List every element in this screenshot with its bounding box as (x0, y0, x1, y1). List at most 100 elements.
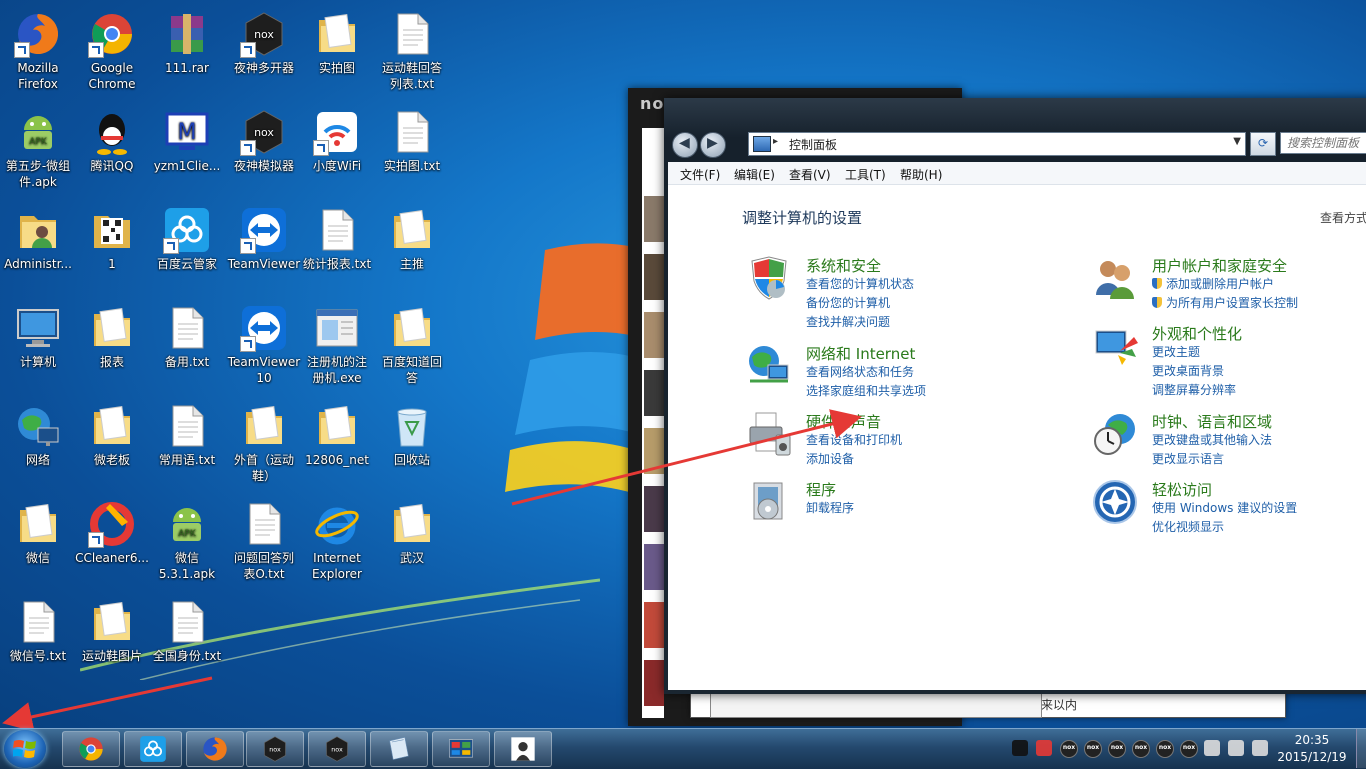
taskbar-button[interactable] (62, 731, 120, 767)
desktop-icon[interactable]: TeamViewer (226, 202, 302, 294)
desktop-icon[interactable]: 计算机 (0, 300, 76, 392)
category-link[interactable]: 查看设备和打印机 (806, 431, 902, 448)
category-link[interactable]: 添加或删除用户帐户 (1152, 275, 1274, 292)
control-panel-window[interactable]: ◀ ▶ ▸ 控制面板 ▼ ⟳ 文件(F) 编辑(E) 查看(V) 工具(T) 帮… (664, 98, 1366, 694)
category-link[interactable]: 为所有用户设置家长控制 (1152, 294, 1298, 311)
category-link[interactable]: 备份您的计算机 (806, 294, 890, 311)
taskbar-button[interactable] (186, 731, 244, 767)
category-link[interactable]: 调整屏幕分辨率 (1152, 381, 1236, 398)
menu-file[interactable]: 文件(F) (680, 166, 720, 183)
address-bar[interactable]: ▸ 控制面板 ▼ (748, 132, 1246, 156)
desktop-icon[interactable]: 报表 (74, 300, 150, 392)
desktop-icon[interactable]: 微信 (0, 496, 76, 588)
menu-view[interactable]: 查看(V) (789, 166, 831, 183)
desktop-icon[interactable]: 注册机的注 册机.exe (299, 300, 375, 392)
nox-tray-icon[interactable]: nox (1060, 740, 1078, 758)
desktop-icon[interactable]: Google Chrome (74, 6, 150, 98)
menu-edit[interactable]: 编辑(E) (734, 166, 775, 183)
desktop-icon[interactable]: 全国身份.txt (149, 594, 225, 686)
desktop-icon[interactable]: 腾讯QQ (74, 104, 150, 196)
forward-button[interactable]: ▶ (700, 132, 726, 158)
nox-tray-icon[interactable]: nox (1180, 740, 1198, 758)
category-link[interactable]: 选择家庭组和共享选项 (806, 382, 926, 399)
desktop-icon[interactable]: 外首（运动 鞋） (226, 398, 302, 490)
category-link[interactable]: 查找并解决问题 (806, 313, 890, 330)
category-link[interactable]: 查看网络状态和任务 (806, 363, 914, 380)
taskbar-button[interactable] (124, 731, 182, 767)
desktop-icon[interactable]: 主推 (374, 202, 450, 294)
clock-globe-icon[interactable] (1092, 411, 1138, 457)
refresh-button[interactable]: ⟳ (1250, 132, 1276, 156)
nox-tray-icon[interactable]: nox (1156, 740, 1174, 758)
nox-thumbnail[interactable] (644, 196, 664, 242)
taskbar-button[interactable] (370, 731, 428, 767)
desktop-icon[interactable]: 12806_net (299, 398, 375, 490)
desktop-icon[interactable]: 武汉 (374, 496, 450, 588)
desktop-icon[interactable]: 百度知道回 答 (374, 300, 450, 392)
desktop-icon[interactable]: 运动鞋回答 列表.txt (374, 6, 450, 98)
desktop-icon[interactable]: 1 (74, 202, 150, 294)
nox-thumbnail[interactable] (644, 428, 664, 474)
desktop-icon[interactable]: 网络 (0, 398, 76, 490)
category-link[interactable]: 更改桌面背景 (1152, 362, 1224, 379)
taskbar-button[interactable]: nox (308, 731, 366, 767)
desktop-icon[interactable]: Internet Explorer (299, 496, 375, 588)
nox-thumbnail[interactable] (644, 602, 664, 648)
network-globe-icon[interactable] (746, 343, 792, 389)
search-input[interactable] (1280, 132, 1366, 154)
programs-icon[interactable] (746, 479, 792, 525)
category-title[interactable]: 外观和个性化 (1152, 323, 1242, 344)
back-button[interactable]: ◀ (672, 132, 698, 158)
category-title[interactable]: 时钟、语言和区域 (1152, 411, 1272, 432)
desktop-icon[interactable]: 运动鞋图片 (74, 594, 150, 686)
breadcrumb-chevron-icon[interactable]: ▸ (773, 136, 778, 147)
desktop-icon[interactable]: 实拍图 (299, 6, 375, 98)
desktop-icon[interactable]: nox 夜神模拟器 (226, 104, 302, 196)
desktop-icon[interactable]: 百度云管家 (149, 202, 225, 294)
ease-of-access-icon[interactable] (1092, 479, 1138, 525)
category-title[interactable]: 系统和安全 (806, 255, 881, 276)
ccleaner-tray-icon[interactable] (1036, 740, 1052, 756)
taskbar-button[interactable]: nox (246, 731, 304, 767)
nox-thumbnail[interactable] (644, 486, 664, 532)
appearance-icon[interactable] (1092, 323, 1138, 369)
category-link[interactable]: 卸载程序 (806, 499, 854, 516)
volume-icon[interactable] (1204, 740, 1220, 756)
desktop-icon[interactable]: 微信号.txt (0, 594, 76, 686)
category-link[interactable]: 更改键盘或其他输入法 (1152, 431, 1272, 448)
system-clock[interactable]: 20:35 2015/12/19 (1272, 732, 1352, 766)
desktop-icon[interactable]: 实拍图.txt (374, 104, 450, 196)
nox-thumbnail[interactable] (644, 544, 664, 590)
nox-thumbnail[interactable] (644, 370, 664, 416)
qq-tray-icon[interactable] (1012, 740, 1028, 756)
desktop-icon[interactable]: Administr... (0, 202, 76, 294)
desktop-icon[interactable]: 问题回答列 表O.txt (226, 496, 302, 588)
category-link[interactable]: 优化视频显示 (1152, 518, 1224, 535)
desktop-icon[interactable]: 微老板 (74, 398, 150, 490)
nox-tray-icon[interactable]: nox (1132, 740, 1150, 758)
network-tray-icon[interactable] (1228, 740, 1244, 756)
desktop-icon[interactable]: 111.rar (149, 6, 225, 98)
category-link[interactable]: 使用 Windows 建议的设置 (1152, 499, 1297, 516)
nox-tray-icon[interactable]: nox (1084, 740, 1102, 758)
category-link[interactable]: 查看您的计算机状态 (806, 275, 914, 292)
desktop-icon[interactable]: 常用语.txt (149, 398, 225, 490)
category-title[interactable]: 硬件和声音 (806, 411, 881, 432)
desktop-icon[interactable]: 统计报表.txt (299, 202, 375, 294)
view-by-label[interactable]: 查看方式 (1320, 209, 1366, 226)
taskbar-button[interactable] (494, 731, 552, 767)
background-dialog[interactable] (710, 690, 1042, 718)
menu-tools[interactable]: 工具(T) (845, 166, 886, 183)
taskbar-button[interactable] (432, 731, 490, 767)
desktop-icon[interactable]: APK 第五步-微组 件.apk (0, 104, 76, 196)
category-title[interactable]: 用户帐户和家庭安全 (1152, 255, 1287, 276)
category-link[interactable]: 添加设备 (806, 450, 854, 467)
start-button[interactable] (4, 730, 46, 768)
category-title[interactable]: 网络和 Internet (806, 343, 915, 364)
desktop-icon[interactable]: 回收站 (374, 398, 450, 490)
menu-help[interactable]: 帮助(H) (900, 166, 942, 183)
show-desktop-button[interactable] (1356, 729, 1366, 768)
action-center-icon[interactable] (1252, 740, 1268, 756)
address-breadcrumb[interactable]: 控制面板 (789, 136, 837, 153)
desktop-icon[interactable]: Myzm1Clie... (149, 104, 225, 196)
